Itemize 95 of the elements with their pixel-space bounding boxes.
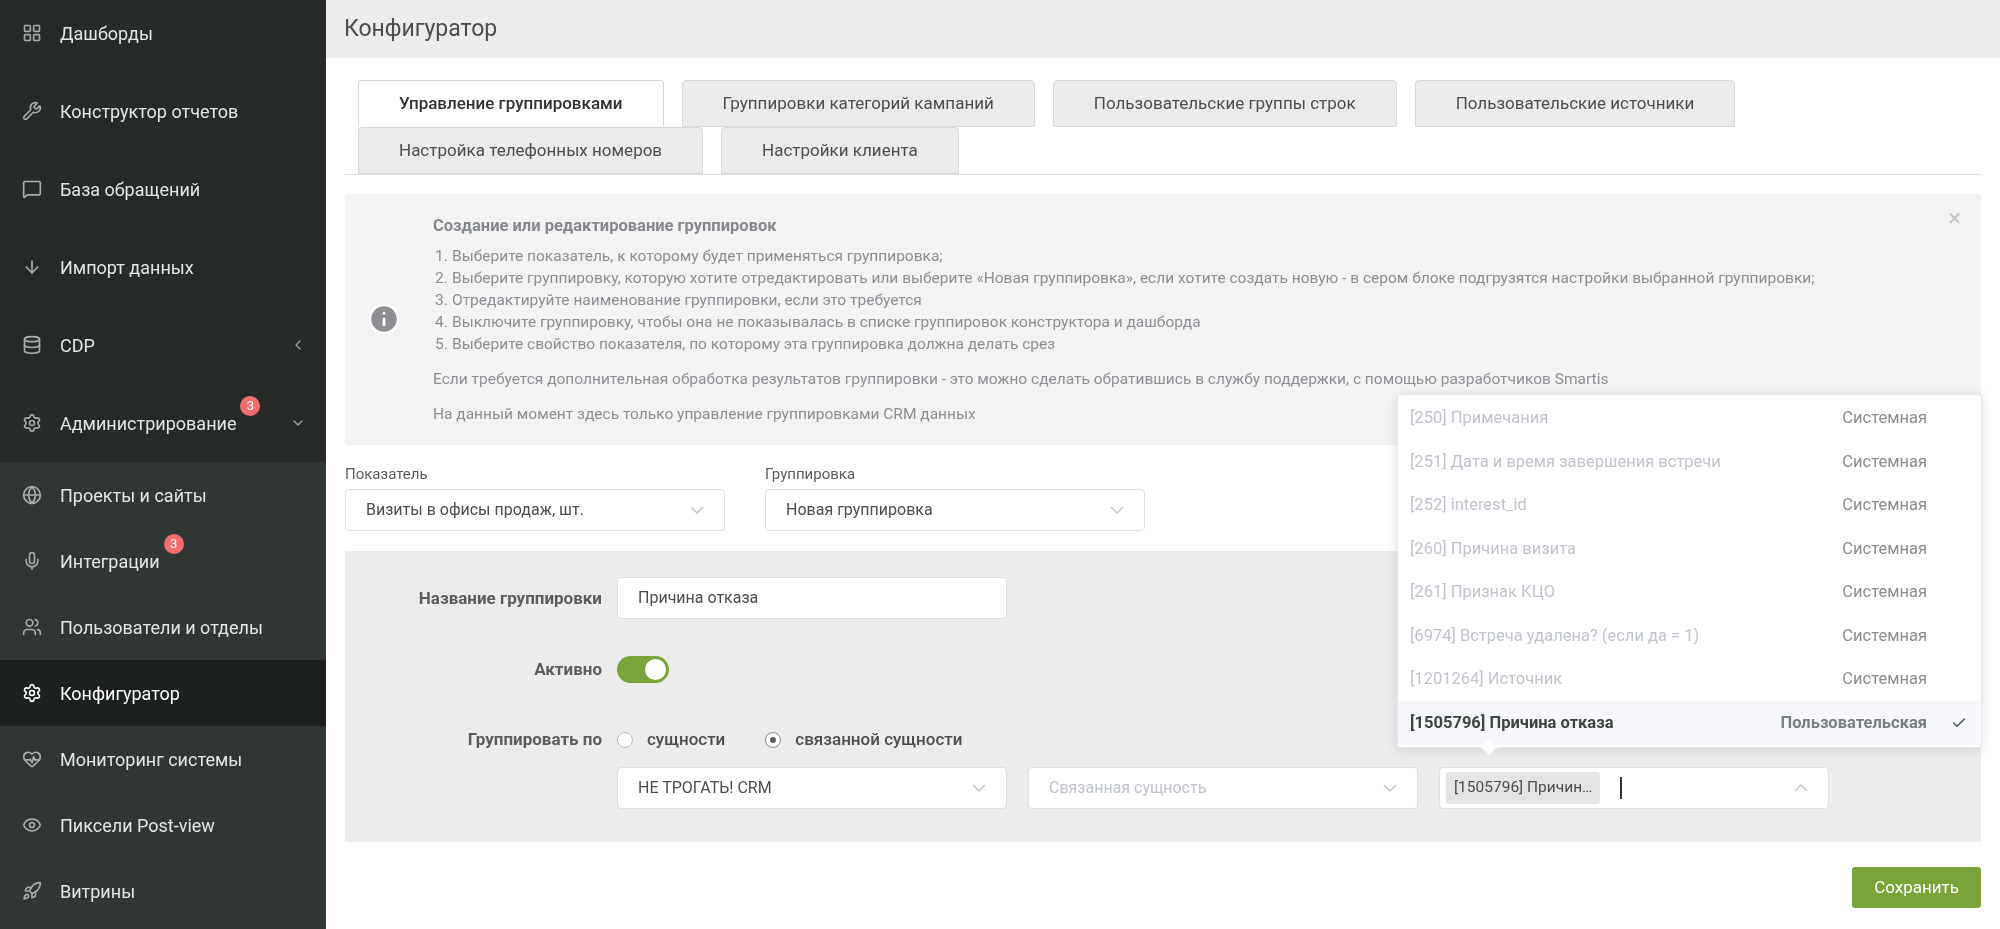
option-type: Системная — [1842, 537, 1927, 560]
microphone-icon — [22, 551, 42, 571]
text-cursor — [1620, 776, 1622, 799]
sidebar-label: Проекты и сайты — [60, 483, 207, 508]
users-icon — [22, 617, 42, 637]
chat-icon — [22, 179, 42, 199]
gear-icon — [22, 413, 42, 433]
sidebar-label: Конфигуратор — [60, 681, 180, 706]
step-text: Выберите показатель, к которому будет применяться группировка; — [452, 245, 943, 267]
sidebar-label: Витрины — [60, 879, 136, 904]
field-label: Группировка — [765, 463, 857, 485]
sidebar-item[interactable]: Импорт данных — [0, 228, 326, 306]
sidebar-item[interactable]: База обращений — [0, 150, 326, 228]
toggle-switch[interactable] — [617, 656, 669, 684]
notification-badge: 3 — [240, 395, 261, 416]
radio-option[interactable]: сущности — [617, 727, 726, 753]
tab[interactable]: Пользовательские группы строк — [1052, 80, 1397, 127]
chevron-down-icon — [1110, 506, 1124, 515]
option-label: [250] Примечания — [1410, 407, 1550, 430]
rocket-icon — [22, 881, 42, 901]
step-number: 3. — [434, 289, 449, 311]
option-label: [6974] Встреча удалена? (если да = 1) — [1410, 624, 1701, 647]
option-label: [261] Признак КЦО — [1410, 581, 1557, 604]
eye-icon — [22, 815, 42, 835]
sidebar-label: Конструктор отчетов — [60, 99, 239, 124]
sidebar-item[interactable]: Конструктор отчетов — [0, 72, 326, 150]
radio-option[interactable]: связанной сущности — [765, 727, 963, 753]
sidebar-item[interactable]: Интеграции 3 — [0, 528, 326, 594]
field-label: Название группировки — [417, 586, 603, 610]
option-type: Системная — [1842, 668, 1927, 691]
sidebar-item[interactable]: Проекты и сайты — [0, 462, 326, 528]
sidebar-label: Импорт данных — [60, 255, 194, 280]
grid-icon — [22, 23, 42, 43]
step-number: 2. — [434, 267, 449, 289]
sidebar-item[interactable]: Конфигуратор — [0, 660, 326, 726]
notification-badge: 3 — [163, 533, 184, 554]
tab[interactable]: Пользовательские источники — [1414, 80, 1736, 127]
field-label: Показатель — [345, 463, 429, 485]
option-label: [1505796] Причина отказа — [1410, 711, 1615, 734]
step-text: Выключите группировку, чтобы она не показывалась в списке группировок конструктора и дашборда — [452, 311, 1201, 333]
chevron-down-icon — [972, 783, 986, 792]
sidebar-label: Мониторинг системы — [60, 747, 243, 772]
chevron-down-icon — [690, 506, 704, 515]
sidebar-item[interactable]: Пользователи и отделы — [0, 594, 326, 660]
step-text: Выберите свойство показателя, по которому эта группировка должна делать срез — [452, 333, 1056, 355]
sidebar-item[interactable]: Мониторинг системы — [0, 726, 326, 792]
info-icon — [367, 302, 401, 337]
select-field[interactable]: [1505796] Причин… — [1439, 766, 1829, 809]
heart-pulse-icon — [22, 749, 42, 769]
field-label: Группировать по — [466, 728, 603, 752]
sidebar-label: База обращений — [60, 177, 201, 202]
info-text: Если требуется дополнительная обработка результатов группировки - это можно сделать обратившись в службу поддержки, с помощью разработчиков Smartis — [433, 368, 1609, 390]
field-label: Активно — [533, 658, 603, 681]
select-field[interactable]: НЕ ТРОГАТЬ! CRM — [617, 766, 1007, 809]
step-number: 4. — [434, 311, 449, 333]
option-label: [252] interest_id — [1410, 494, 1528, 517]
info-title: Создание или редактирование группировок — [433, 215, 778, 237]
tab[interactable]: Управление группировками — [358, 80, 664, 127]
info-text: На данный момент здесь только управление группировками CRM данных — [433, 403, 976, 425]
wrench-icon — [22, 101, 42, 121]
select-field[interactable]: Новая группировка — [765, 489, 1145, 532]
globe-icon — [22, 485, 42, 505]
selected-tag: [1505796] Причин… — [1446, 771, 1601, 804]
sidebar-label: Пользователи и отделы — [60, 615, 263, 640]
name-input[interactable]: Причина отказа — [617, 577, 1007, 620]
option-type: Системная — [1842, 494, 1927, 517]
sidebar-item[interactable]: Витрины — [0, 858, 326, 924]
option-type: Системная — [1842, 450, 1927, 473]
tab[interactable]: Настройка телефонных номеров — [358, 127, 704, 174]
option-type: Системная — [1842, 581, 1927, 604]
dropdown-option[interactable]: [1505796] Причина отказа Пользовательская — [1398, 701, 1981, 745]
option-label: [260] Причина визита — [1410, 537, 1577, 560]
sidebar-item[interactable]: Пиксели Post-view — [0, 792, 326, 858]
sidebar-item[interactable]: Администрирование 3 — [0, 384, 326, 462]
option-type: Системная — [1842, 624, 1927, 647]
step-text: Отредактируйте наименование группировки, если это требуется — [452, 289, 922, 311]
chevron-down-icon — [1383, 783, 1397, 792]
sidebar-label: CDP — [60, 333, 95, 358]
sidebar-item[interactable]: Дашборды — [0, 0, 326, 72]
sidebar-item[interactable]: CDP — [0, 306, 326, 384]
option-type: Пользовательская — [1780, 711, 1927, 734]
option-label: [251] Дата и время завершения встречи — [1410, 450, 1722, 473]
tab[interactable]: Настройки клиента — [721, 127, 959, 174]
database-icon — [22, 335, 42, 355]
sidebar-label: Дашборды — [60, 21, 153, 46]
sidebar-label: Пиксели Post-view — [60, 813, 215, 838]
tab[interactable]: Группировки категорий кампаний — [681, 80, 1035, 127]
option-label: [1201264] Источник — [1410, 668, 1564, 691]
page-title: Конфигуратор — [344, 13, 498, 44]
select-field[interactable]: Визиты в офисы продаж, шт. — [345, 489, 725, 532]
option-type: Системная — [1842, 407, 1927, 430]
step-number: 1. — [434, 245, 449, 267]
step-number: 5. — [434, 333, 449, 355]
step-text: Выберите группировку, которую хотите отредактировать или выберите «Новая группировка», если хотите создать новую - в сером блоке подгрузятся настройки выбранной группировки; — [452, 267, 1815, 289]
gear-icon — [22, 683, 42, 703]
